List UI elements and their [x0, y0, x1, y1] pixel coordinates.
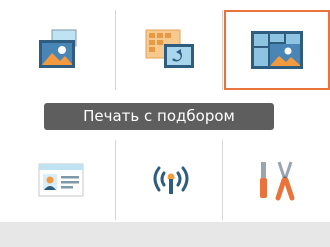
selected-item-label: Печать с подбором [44, 103, 274, 130]
tile-photo-print[interactable] [8, 10, 114, 90]
id-photo-icon [38, 163, 84, 197]
settings-tools-icon [260, 161, 295, 201]
photo-print-icon [39, 29, 77, 68]
photo-index-icon [145, 29, 194, 68]
tile-id-photo[interactable] [8, 140, 114, 220]
footer-bar [0, 222, 330, 247]
column-divider [115, 140, 116, 220]
layout-print-icon [251, 31, 303, 69]
column-divider [115, 10, 116, 90]
tile-settings-tools[interactable] [224, 140, 330, 220]
wireless-icon [153, 166, 189, 194]
tile-wireless[interactable] [118, 140, 224, 220]
tile-photo-index[interactable] [118, 10, 224, 90]
printer-home-screen: Печать с подбором [0, 0, 330, 247]
tile-layout-print[interactable] [224, 10, 330, 90]
